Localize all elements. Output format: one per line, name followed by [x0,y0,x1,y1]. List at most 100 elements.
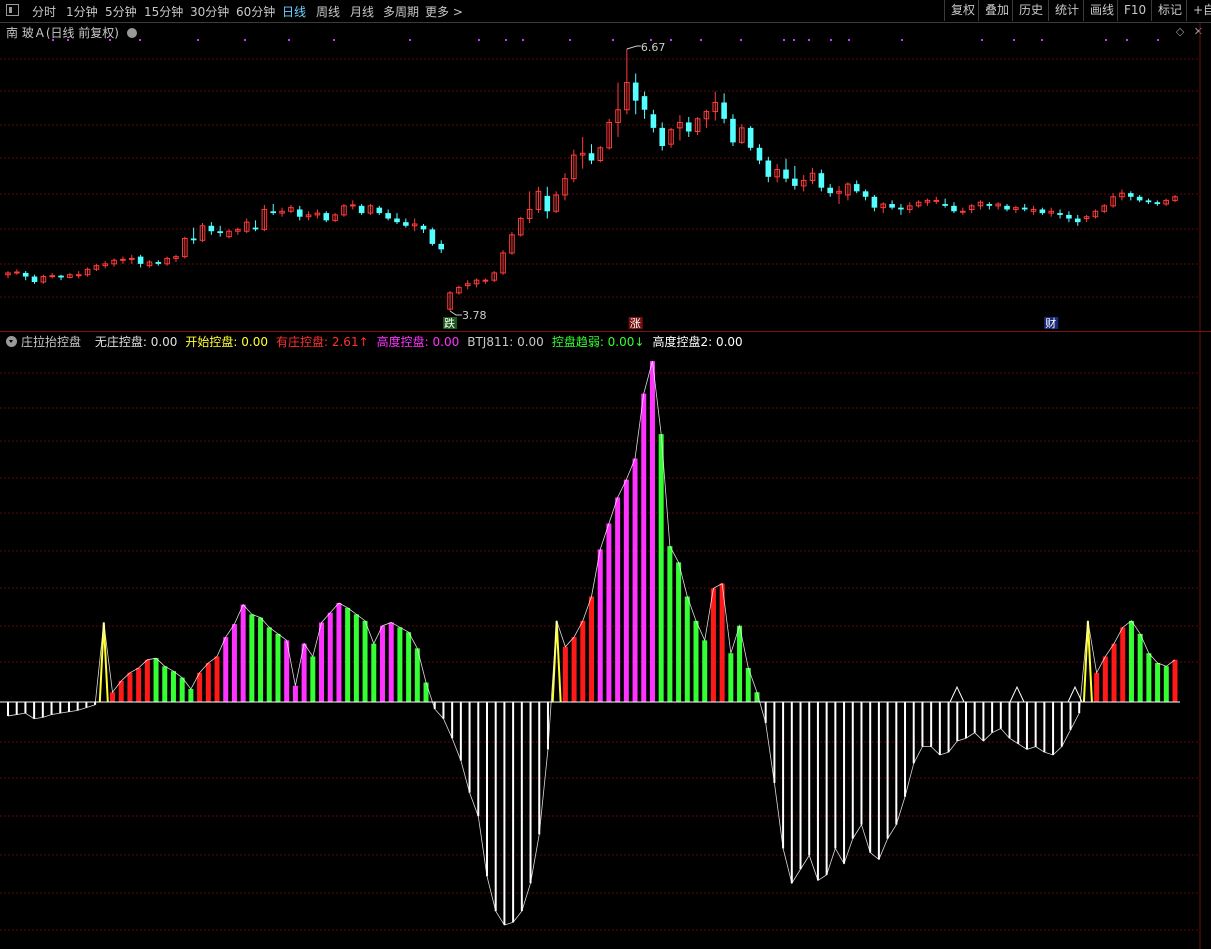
event-dot [848,39,850,41]
marker-die: 跌 [444,316,455,330]
candle-body [58,275,64,278]
candle-body [641,96,648,110]
candle-body [385,213,391,219]
candle-body [349,204,356,207]
max-price-pointer [626,45,641,50]
candle-body [394,218,400,223]
min-price-label: 3.78 [462,309,487,322]
candle-body [482,279,489,282]
marker-cai: 财 [1045,316,1056,330]
candle-body [951,205,957,212]
event-dot [569,39,571,41]
candle-body [323,213,330,221]
event-dot [1041,39,1043,41]
candle-body [376,207,383,214]
candle-body [190,238,197,241]
event-dot [981,39,983,41]
candle-body [120,258,126,261]
event-dot [650,39,652,41]
candle-body [632,82,639,101]
candle-body [155,262,162,264]
event-dot [700,39,702,41]
candle-body [942,204,948,206]
event-dot [1013,39,1015,41]
candle-body [783,169,789,179]
candle-body [933,199,940,202]
event-dot [333,39,335,41]
candle-body [429,229,436,244]
candle-body [960,210,966,213]
candle-body [403,222,409,226]
candle-body [217,231,223,234]
candle-body [208,225,215,232]
candle-body [588,153,595,161]
candle-body [1004,205,1010,210]
candle-body [986,204,993,206]
zero-peak [949,685,965,703]
event-dot [409,39,411,41]
candle-body [1127,193,1134,197]
candle-body [31,276,38,282]
candle-body [827,187,834,194]
event-dot [830,39,832,41]
candle-body [685,122,692,132]
bar-start-control [98,622,109,703]
event-dot [783,39,785,41]
candle-body [1145,200,1152,203]
candle-body [270,211,277,214]
candle-body [747,127,754,148]
candle-body [75,274,82,277]
event-dot [109,39,111,41]
candle-body [765,160,772,177]
candle-body [544,195,551,212]
event-dot [670,39,672,41]
candle-body [853,184,860,192]
zero-peak [1067,685,1083,703]
candle-body [137,256,144,264]
candle-body [438,243,445,250]
event-dot [1157,39,1159,41]
candle-body [650,114,657,128]
event-dot [1126,39,1128,41]
candle-body [1039,209,1046,214]
candle-body [358,205,365,214]
marker-zhang: 涨 [630,317,641,330]
candle-body [756,147,763,161]
event-dot [505,39,507,41]
candle-body [1021,207,1028,210]
event-dot [793,39,795,41]
event-dot [522,39,524,41]
candle-body [792,178,798,186]
event-dot [808,39,810,41]
candle-body [889,204,895,208]
event-dot [901,39,903,41]
event-dot [740,39,742,41]
event-dot [67,39,69,41]
candle-body [14,271,20,274]
event-dot [612,39,614,41]
candle-body [1154,202,1161,205]
event-dot [244,39,246,41]
min-price-pointer [449,310,463,316]
candle-body [296,209,303,217]
candle-body [22,272,29,277]
candle-body [862,191,869,197]
candle-body [1057,213,1063,215]
candle-body [1136,196,1143,201]
candle-body [420,225,427,230]
candle-body [818,173,825,188]
candle-body [898,207,904,210]
max-price-label: 6.67 [641,41,666,54]
candle-body [871,196,878,208]
event-dot [478,39,480,41]
zero-peak [1009,685,1025,703]
event-dot [139,39,141,41]
candle-body [1066,214,1072,219]
candle-body [49,275,56,278]
event-dot [1105,39,1107,41]
event-dot [197,39,199,41]
candle-body [128,257,135,260]
candle-body [659,127,666,147]
event-dot [52,39,54,41]
bar-start-control [1082,620,1093,703]
